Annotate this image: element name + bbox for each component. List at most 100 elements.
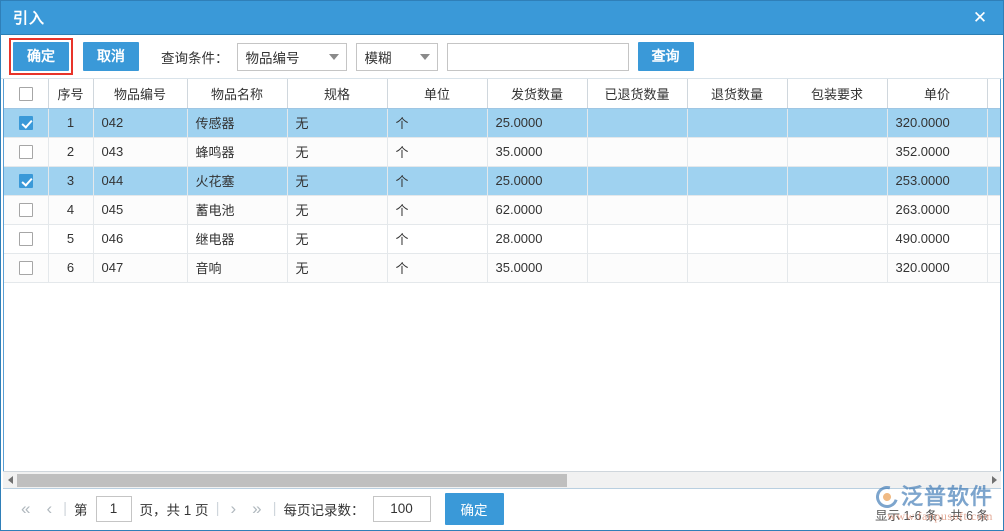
- close-icon[interactable]: ✕: [957, 1, 1003, 34]
- row-checkbox[interactable]: [18, 116, 33, 131]
- last-page-button[interactable]: »: [244, 500, 269, 517]
- cell-ship: 25.0000: [487, 108, 588, 138]
- table-row[interactable]: 1 042 传感器 无 个 25.0000 320.0000: [4, 108, 1000, 138]
- cell-code: 044: [93, 166, 188, 196]
- cell-return: [687, 195, 788, 225]
- header-name[interactable]: 物品名称: [187, 79, 288, 109]
- table-row[interactable]: 5 046 继电器 无 个 28.0000 490.0000: [4, 224, 1000, 254]
- cell-code: 047: [93, 253, 188, 283]
- search-button[interactable]: 查询: [637, 42, 694, 71]
- row-checkbox-cell[interactable]: [4, 108, 49, 138]
- divider: |: [272, 500, 277, 517]
- cell-pack: [787, 253, 888, 283]
- cell-unit: 个: [387, 224, 488, 254]
- cell-ship: 35.0000: [487, 253, 588, 283]
- page-prefix-label: 第: [74, 502, 88, 518]
- confirm-button[interactable]: 确定: [13, 42, 69, 71]
- row-checkbox[interactable]: [18, 203, 33, 218]
- cell-name: 继电器: [187, 224, 288, 254]
- row-checkbox-cell[interactable]: [4, 166, 49, 196]
- cancel-button[interactable]: 取消: [83, 42, 139, 71]
- cell-tail: [987, 195, 1000, 225]
- cell-ship: 35.0000: [487, 137, 588, 167]
- next-page-button[interactable]: ›: [222, 500, 244, 517]
- cell-tail: [987, 253, 1000, 283]
- row-checkbox-cell[interactable]: [4, 253, 49, 283]
- dialog-title: 引入: [13, 10, 46, 27]
- page-size-input[interactable]: [372, 495, 431, 522]
- cell-returned: [587, 224, 688, 254]
- footer-confirm-button[interactable]: 确定: [444, 492, 504, 525]
- search-input[interactable]: [446, 42, 629, 71]
- select-all-checkbox[interactable]: [18, 87, 33, 102]
- cell-return: [687, 166, 788, 196]
- table-row[interactable]: 6 047 音响 无 个 35.0000 320.0000: [4, 253, 1000, 283]
- first-page-button[interactable]: «: [13, 500, 38, 517]
- items-table: 序号 物品编号 物品名称 规格 单位 发货数量 已退货数量 退货数量 包装要求 …: [4, 79, 1000, 283]
- horizontal-scrollbar[interactable]: [3, 471, 1001, 488]
- divider: |: [63, 500, 68, 517]
- header-ship[interactable]: 发货数量: [487, 79, 588, 109]
- header-unit[interactable]: 单位: [387, 79, 488, 109]
- prev-page-button[interactable]: ‹: [38, 500, 60, 517]
- table-row[interactable]: 2 043 蜂鸣器 无 个 35.0000 352.0000: [4, 137, 1000, 167]
- header-returned[interactable]: 已退货数量: [587, 79, 688, 109]
- scroll-left-arrow-icon[interactable]: [3, 473, 17, 488]
- header-seq[interactable]: 序号: [48, 79, 94, 109]
- scroll-right-arrow-icon[interactable]: [987, 473, 1001, 488]
- cell-unit: 个: [387, 166, 488, 196]
- cell-pack: [787, 166, 888, 196]
- row-checkbox-cell[interactable]: [4, 224, 49, 254]
- cell-price: 352.0000: [887, 137, 988, 167]
- cell-code: 046: [93, 224, 188, 254]
- cell-ship: 28.0000: [487, 224, 588, 254]
- cell-returned: [587, 253, 688, 283]
- cell-unit: 个: [387, 137, 488, 167]
- table-row[interactable]: 4 045 蓄电池 无 个 62.0000 263.0000: [4, 195, 1000, 225]
- header-code[interactable]: 物品编号: [93, 79, 188, 109]
- row-checkbox[interactable]: [18, 261, 33, 276]
- cell-returned: [587, 137, 688, 167]
- match-mode-select[interactable]: 模糊: [355, 42, 438, 71]
- cell-seq: 6: [48, 253, 94, 283]
- scroll-track[interactable]: [17, 473, 987, 488]
- pagination-bar: « ‹ | 第 页，共 1 页 | › » | 每页记录数： 确定 显示 1-6…: [3, 482, 1001, 528]
- page-suffix-label: 页，共 1 页: [139, 502, 209, 518]
- header-select-all-cell[interactable]: [4, 79, 49, 109]
- cell-price: 320.0000: [887, 253, 988, 283]
- cell-returned: [587, 166, 688, 196]
- cell-spec: 无: [287, 224, 388, 254]
- header-price[interactable]: 单价: [887, 79, 988, 109]
- header-spec[interactable]: 规格: [287, 79, 388, 109]
- cell-pack: [787, 224, 888, 254]
- cell-return: [687, 224, 788, 254]
- row-checkbox[interactable]: [18, 174, 33, 189]
- cell-price: 320.0000: [887, 108, 988, 138]
- cell-tail: [987, 137, 1000, 167]
- page-number-input[interactable]: [95, 495, 132, 522]
- header-return[interactable]: 退货数量: [687, 79, 788, 109]
- cell-tail: [987, 224, 1000, 254]
- grid-empty-area: [4, 282, 1000, 471]
- row-checkbox-cell[interactable]: [4, 195, 49, 225]
- cell-name: 蜂鸣器: [187, 137, 288, 167]
- cell-tail: [987, 108, 1000, 138]
- page-size-label: 每页记录数：: [283, 502, 365, 518]
- query-field-select-value: 物品编号: [245, 50, 300, 66]
- cell-return: [687, 108, 788, 138]
- query-field-select[interactable]: 物品编号: [236, 42, 347, 71]
- cell-unit: 个: [387, 108, 488, 138]
- table-row[interactable]: 3 044 火花塞 无 个 25.0000 253.0000: [4, 166, 1000, 196]
- scroll-thumb[interactable]: [17, 473, 567, 487]
- table-body: 1 042 传感器 无 个 25.0000 320.0000 2 043 蜂鸣器…: [4, 108, 1000, 283]
- row-checkbox-cell[interactable]: [4, 137, 49, 167]
- cell-seq: 3: [48, 166, 94, 196]
- header-tail[interactable]: [987, 79, 1000, 109]
- cell-pack: [787, 195, 888, 225]
- cell-price: 490.0000: [887, 224, 988, 254]
- row-checkbox[interactable]: [18, 232, 33, 247]
- row-checkbox[interactable]: [18, 145, 33, 160]
- header-pack[interactable]: 包装要求: [787, 79, 888, 109]
- cell-spec: 无: [287, 166, 388, 196]
- table-head: 序号 物品编号 物品名称 规格 单位 发货数量 已退货数量 退货数量 包装要求 …: [4, 79, 1000, 109]
